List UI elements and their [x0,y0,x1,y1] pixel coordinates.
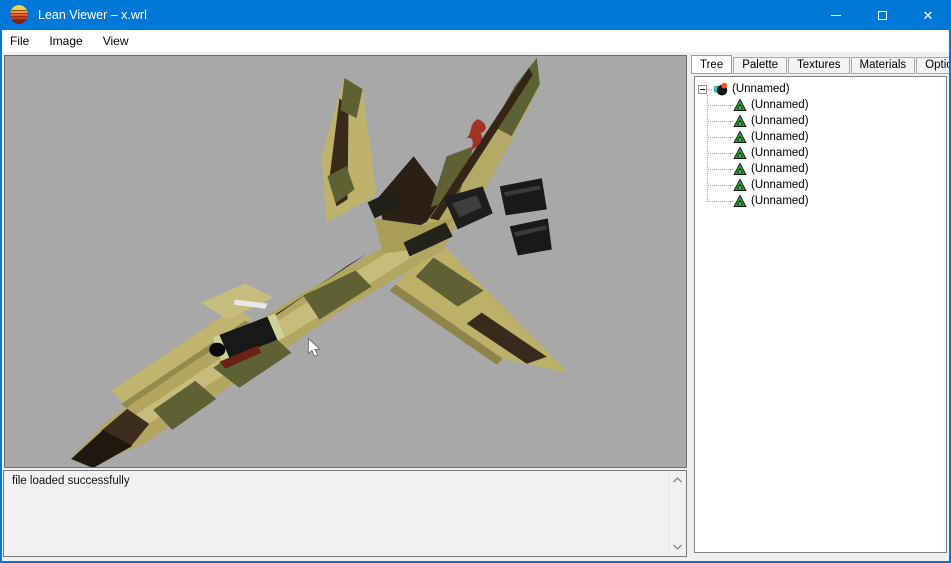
window-title: Lean Viewer – x.wrl [38,8,147,22]
title-bar[interactable]: Lean Viewer – x.wrl ✕ [0,0,951,30]
tree-node[interactable]: (Unnamed) [695,161,946,177]
mesh-node-icon [733,114,747,128]
tree-children: (Unnamed) (Unnamed) (Unnamed) (Unnamed) [695,97,946,209]
tree-connector [708,185,733,186]
tab-palette[interactable]: Palette [733,57,787,74]
tab-tree[interactable]: Tree [691,55,732,74]
tree-connector [707,89,714,90]
tree-node[interactable]: (Unnamed) [695,145,946,161]
mesh-node-icon [733,130,747,144]
scroll-up-button[interactable] [669,472,685,488]
mesh-node-icon [733,194,747,208]
tree-node[interactable]: (Unnamed) [695,97,946,113]
tree-node-label[interactable]: (Unnamed) [751,163,809,175]
tree-node[interactable]: (Unnamed) [695,113,946,129]
tab-textures[interactable]: Textures [788,57,849,74]
close-icon: ✕ [923,9,934,22]
model-viewport[interactable] [4,55,687,468]
scene-node-icon [714,82,728,96]
minimize-button[interactable] [813,0,859,30]
tab-options[interactable]: Options [916,57,951,74]
log-scrollbar[interactable] [668,472,685,555]
tree-node-label[interactable]: (Unnamed) [751,99,809,111]
close-button[interactable]: ✕ [905,0,951,30]
tree-node-label[interactable]: (Unnamed) [751,195,809,207]
tree-node[interactable]: (Unnamed) [695,129,946,145]
tree-node[interactable]: (Unnamed) [695,177,946,193]
tree-guide-line [707,95,708,202]
menu-view[interactable]: View [93,31,139,51]
jet-model [71,58,568,467]
tree-node-label[interactable]: (Unnamed) [751,179,809,191]
log-message: file loaded successfully [4,471,686,491]
collapse-toggle[interactable] [698,85,707,94]
tree-node-label[interactable]: (Unnamed) [751,115,809,127]
minimize-icon [831,15,841,16]
tree-node[interactable]: (Unnamed) [695,193,946,209]
sun-logo-icon [9,5,29,25]
scroll-down-button[interactable] [669,539,685,555]
tree-connector [708,105,733,106]
tree-connector [708,153,733,154]
menu-image[interactable]: Image [39,31,92,51]
tree-connector [708,137,733,138]
menu-bar: File Image View [2,30,949,52]
jet-model-rendering [5,56,686,467]
maximize-button[interactable] [859,0,905,30]
tree-connector [708,201,733,202]
scene-tree: (Unnamed) (Unnamed) (Unnamed) (Unn [694,76,947,553]
tree-connector [708,169,733,170]
chevron-up-icon [673,477,682,483]
maximize-icon [878,11,887,20]
mesh-node-icon [733,178,747,192]
mesh-node-icon [733,146,747,160]
chevron-down-icon [673,544,682,550]
mouse-cursor [308,339,320,357]
tree-root-node[interactable]: (Unnamed) [695,81,946,97]
mesh-node-icon [733,98,747,112]
side-panel-tabs: Tree Palette Textures Materials Options [691,55,951,74]
tree-node-label[interactable]: (Unnamed) [732,83,790,95]
tab-materials[interactable]: Materials [851,57,916,74]
tree-connector [708,121,733,122]
log-panel: file loaded successfully [3,470,687,557]
app-window: Lean Viewer – x.wrl ✕ File Image View [0,0,951,563]
mesh-node-icon [733,162,747,176]
tree-node-label[interactable]: (Unnamed) [751,147,809,159]
menu-file[interactable]: File [2,31,39,51]
tree-node-label[interactable]: (Unnamed) [751,131,809,143]
